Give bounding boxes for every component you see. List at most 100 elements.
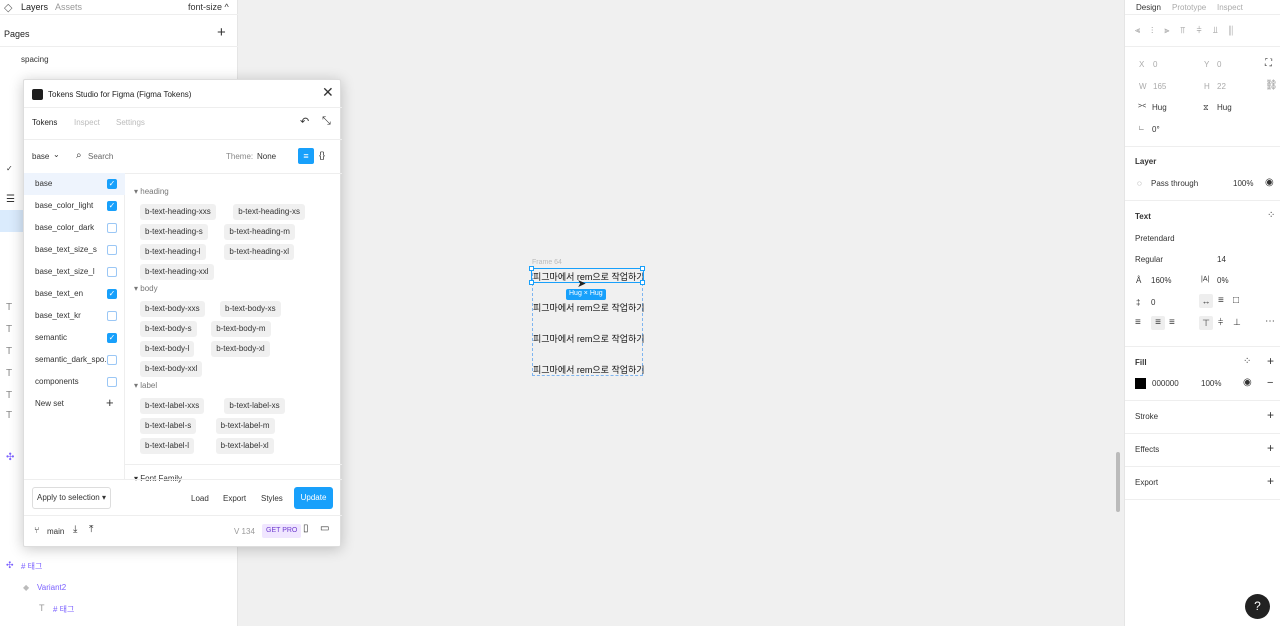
resize-handle[interactable]: [529, 280, 534, 285]
token-group-body[interactable]: ▾ body: [134, 284, 158, 293]
blend-mode-select[interactable]: Pass through: [1151, 179, 1198, 188]
page-selector[interactable]: font-size ^: [188, 2, 229, 12]
token-set-checkbox[interactable]: [107, 245, 117, 255]
layer-variant2[interactable]: Variant2: [37, 583, 66, 592]
h-input[interactable]: 22: [1217, 82, 1226, 91]
token-set-checkbox[interactable]: [107, 311, 117, 321]
w-input[interactable]: 165: [1153, 82, 1166, 91]
resize-handle[interactable]: [640, 280, 645, 285]
line-height-input[interactable]: 160%: [1151, 276, 1171, 285]
load-button[interactable]: Load: [191, 494, 209, 503]
token-chip[interactable]: b-text-heading-xxl: [140, 264, 214, 280]
tab-tokens[interactable]: Tokens: [32, 118, 57, 127]
add-stroke-icon[interactable]: +: [1267, 408, 1274, 422]
device-icon[interactable]: ▯: [303, 523, 309, 534]
fill-styles-icon[interactable]: ⁘: [1243, 356, 1251, 367]
align-left-icon[interactable]: ≡: [1135, 317, 1141, 328]
branch-name[interactable]: main: [47, 527, 64, 536]
apply-selection-button[interactable]: Apply to selection ▾: [32, 487, 111, 509]
help-button[interactable]: ?: [1245, 594, 1270, 619]
letter-spacing-input[interactable]: 0%: [1217, 276, 1229, 285]
token-chip[interactable]: b-text-body-s: [140, 321, 197, 337]
token-chip[interactable]: b-text-heading-m: [224, 224, 295, 240]
token-chip[interactable]: b-text-heading-xxs: [140, 204, 216, 220]
add-page-icon[interactable]: +: [217, 24, 226, 41]
tab-design[interactable]: Design: [1136, 3, 1161, 12]
push-icon[interactable]: ⤒: [89, 524, 93, 535]
close-icon[interactable]: ✕: [322, 84, 334, 101]
token-chip[interactable]: b-text-label-l: [140, 438, 195, 454]
token-set-item[interactable]: base_text_size_l: [24, 261, 125, 283]
token-chip[interactable]: b-text-body-l: [140, 341, 195, 357]
token-set-checkbox[interactable]: [107, 377, 117, 387]
tab-layers[interactable]: Layers: [21, 2, 48, 12]
hug-width-select[interactable]: Hug: [1152, 103, 1167, 112]
remove-fill-icon[interactable]: −: [1267, 377, 1273, 389]
token-set-item[interactable]: base_text_kr: [24, 305, 125, 327]
token-set-item[interactable]: components: [24, 371, 125, 393]
token-set-item[interactable]: semantic ✓: [24, 327, 125, 349]
paragraph-spacing-input[interactable]: 0: [1151, 298, 1155, 307]
new-set-button[interactable]: New set +: [24, 393, 125, 415]
align-icons[interactable]: ⫷⫶⫸⫪⫩⫫⫼: [1135, 25, 1275, 37]
align-center-icon[interactable]: ≡: [1151, 316, 1165, 330]
list-view-icon[interactable]: ≡: [298, 148, 314, 164]
update-button[interactable]: Update: [294, 487, 333, 509]
token-set-checkbox[interactable]: [107, 355, 117, 365]
get-pro-button[interactable]: GET PRO: [262, 524, 302, 538]
token-chip[interactable]: b-text-body-xs: [220, 301, 281, 317]
eye-icon[interactable]: ◉: [1265, 177, 1274, 188]
canvas[interactable]: [238, 0, 1124, 626]
align-right-icon[interactable]: ≡: [1169, 317, 1175, 328]
collapse-icon[interactable]: ⤡: [322, 115, 331, 128]
canvas-scrollbar[interactable]: [1116, 452, 1120, 512]
selection-box[interactable]: [531, 268, 644, 283]
align-middle-icon[interactable]: ⫩: [1218, 317, 1223, 328]
search-input[interactable]: Search: [88, 152, 113, 161]
token-set-item[interactable]: base ✓: [24, 173, 125, 195]
tab-prototype[interactable]: Prototype: [1172, 3, 1206, 12]
undo-icon[interactable]: ↶: [300, 115, 309, 128]
fill-opacity-input[interactable]: 100%: [1201, 379, 1221, 388]
feedback-icon[interactable]: ▭: [320, 523, 329, 534]
token-chip[interactable]: b-text-body-xxl: [140, 361, 203, 377]
token-chip[interactable]: b-text-heading-xl: [224, 244, 294, 260]
fill-hex-input[interactable]: 000000: [1152, 379, 1179, 388]
tab-inspect[interactable]: Inspect: [1217, 3, 1243, 12]
font-size-input[interactable]: 14: [1217, 255, 1226, 264]
add-export-icon[interactable]: +: [1267, 474, 1274, 488]
layer-tag-text[interactable]: # 태그: [53, 604, 74, 615]
fixed-size-icon[interactable]: □: [1233, 295, 1239, 306]
hug-height-select[interactable]: Hug: [1217, 103, 1232, 112]
token-group-heading[interactable]: ▾ heading: [134, 187, 169, 196]
token-set-checkbox[interactable]: ✓: [107, 289, 117, 299]
token-set-item[interactable]: base_color_dark: [24, 217, 125, 239]
set-selector[interactable]: base: [32, 152, 49, 161]
eye-icon[interactable]: ◉: [1243, 377, 1252, 388]
page-item-spacing[interactable]: spacing: [21, 55, 49, 64]
align-top-icon[interactable]: ⊤: [1199, 316, 1213, 330]
token-set-checkbox[interactable]: [107, 267, 117, 277]
token-chip[interactable]: b-text-body-xxs: [140, 301, 205, 317]
more-icon[interactable]: ⋯: [1265, 316, 1275, 327]
tab-assets[interactable]: Assets: [55, 2, 82, 12]
resize-handle[interactable]: [529, 266, 534, 271]
font-family-select[interactable]: Pretendard: [1135, 234, 1175, 243]
layer-opacity[interactable]: 100%: [1233, 179, 1253, 188]
add-effect-icon[interactable]: +: [1267, 441, 1274, 455]
layer-tag-component[interactable]: # 태그: [21, 561, 42, 572]
token-chip[interactable]: b-text-heading-s: [140, 224, 208, 240]
token-chip[interactable]: b-text-label-xl: [215, 438, 274, 454]
canvas-text-2[interactable]: 피그마에서 rem으로 작업하기: [533, 301, 645, 314]
token-chip[interactable]: b-text-label-xxs: [140, 398, 205, 414]
lock-ratio-icon[interactable]: ⛓: [1265, 80, 1278, 91]
constraints-icon[interactable]: ⛶: [1265, 58, 1272, 69]
token-chip[interactable]: b-text-label-xs: [224, 398, 285, 414]
export-button[interactable]: Export: [223, 494, 246, 503]
tab-settings[interactable]: Settings: [116, 118, 145, 127]
text-styles-icon[interactable]: ⁘: [1267, 210, 1275, 221]
frame-label[interactable]: Frame 64: [532, 259, 562, 266]
canvas-text-3[interactable]: 피그마에서 rem으로 작업하기: [533, 332, 645, 345]
pull-icon[interactable]: ⤓: [73, 524, 77, 535]
token-chip[interactable]: b-text-heading-l: [140, 244, 206, 260]
